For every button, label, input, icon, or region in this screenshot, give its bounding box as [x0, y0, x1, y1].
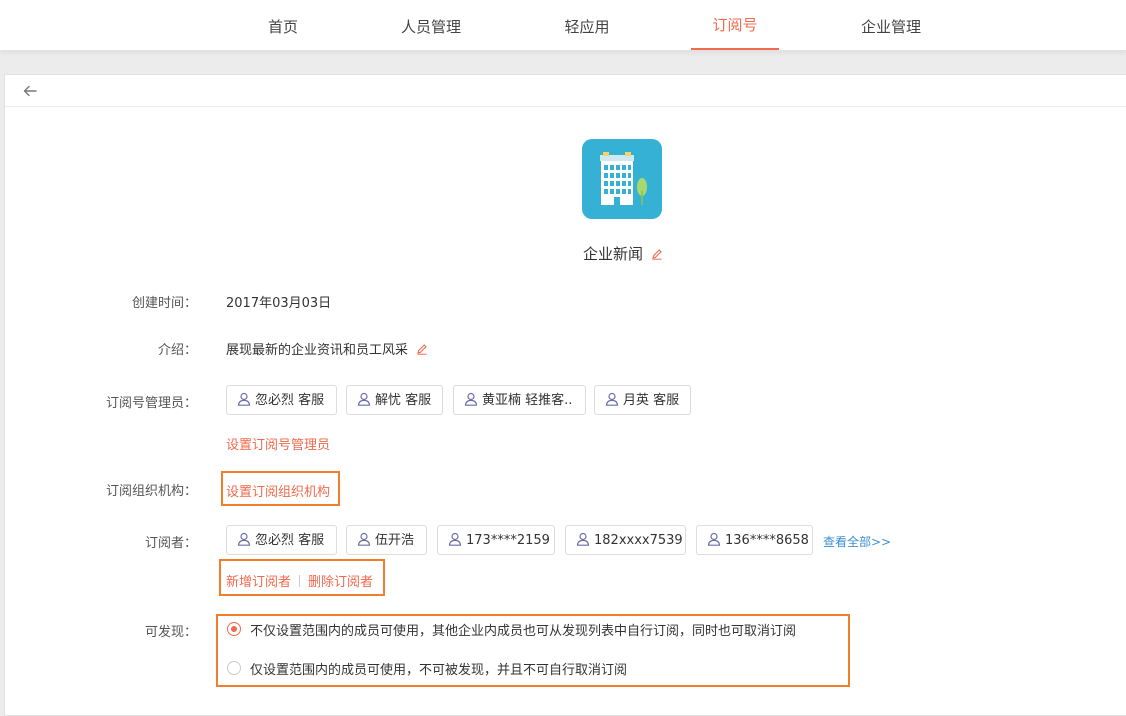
user-icon [448, 532, 462, 546]
subscriber-chip[interactable]: 伍开浩 [346, 525, 427, 555]
subscriber-chip-label: 伍开浩 [375, 533, 415, 548]
user-icon [357, 392, 371, 406]
intro-row: 展现最新的企业资讯和员工风采 [226, 339, 428, 358]
set-admins-link[interactable]: 设置订阅号管理员 [226, 434, 330, 453]
nav-enterprise[interactable]: 企业管理 [850, 0, 932, 50]
admins-label: 订阅号管理员： [105, 396, 197, 411]
user-icon [576, 532, 590, 546]
discover-label: 可发现： [144, 625, 197, 640]
subscriber-chip-label: 忽必烈 客服 [255, 533, 325, 548]
set-org-link[interactable]: 设置订阅组织机构 [226, 481, 330, 500]
intro-value: 展现最新的企业资讯和员工风采 [226, 343, 409, 358]
card-header [5, 75, 1126, 107]
pencil-icon[interactable] [416, 343, 428, 355]
subscriber-chip[interactable]: 173****2159 [437, 525, 555, 555]
admin-chip-label: 月英 客服 [623, 393, 680, 408]
user-icon [707, 532, 721, 546]
admin-chip[interactable]: 解忧 客服 [346, 385, 443, 415]
user-icon [464, 392, 478, 406]
discover-option-radio[interactable] [227, 622, 241, 636]
discover-option-text[interactable]: 不仅设置范围内的成员可使用，其他企业内成员也可从发现列表中自行订阅，同时也可取消… [250, 620, 796, 639]
user-icon [605, 392, 619, 406]
subscription-detail-card: 企业新闻 创建时间： 2017年03月03日 介绍： 展现最新的企业资讯和员工风… [4, 74, 1126, 716]
admin-chip[interactable]: 月英 客服 [594, 385, 691, 415]
app-name: 企业新闻 [582, 245, 643, 263]
admin-chip-label: 忽必烈 客服 [255, 393, 325, 408]
subscriber-chip[interactable]: 136****8658 [696, 525, 813, 555]
nav-home[interactable]: 首页 [253, 0, 313, 50]
app-name-row: 企业新闻 [565, 243, 681, 264]
arrow-left-icon[interactable] [21, 82, 39, 100]
subscriber-chip-label: 173****2159 [466, 533, 550, 548]
building-icon [582, 139, 662, 219]
admin-chip-label: 解忧 客服 [375, 393, 432, 408]
intro-label: 介绍： [157, 343, 197, 358]
admin-chip-label: 黄亚楠 轻推客.. [482, 393, 573, 408]
pencil-icon[interactable] [651, 248, 663, 260]
subscribers-label: 订阅者： [144, 536, 197, 551]
user-icon [237, 532, 251, 546]
created-time-label: 创建时间： [131, 296, 197, 311]
subscriber-chip[interactable]: 182xxxx7539 [565, 525, 686, 555]
admin-chip[interactable]: 忽必烈 客服 [226, 385, 337, 415]
nav-people[interactable]: 人员管理 [391, 0, 471, 50]
add-subscriber-link[interactable]: 新增订阅者 [226, 575, 291, 590]
view-all-subscribers-link[interactable]: 查看全部>> [823, 533, 891, 550]
discover-option-text[interactable]: 仅设置范围内的成员可使用，不可被发现，并且不可自行取消订阅 [250, 659, 627, 678]
user-icon [237, 392, 251, 406]
subscriber-actions: 新增订阅者 删除订阅者 [226, 571, 373, 590]
user-icon [357, 532, 371, 546]
discover-option-radio[interactable] [227, 661, 241, 675]
admin-chip[interactable]: 黄亚楠 轻推客.. [453, 385, 586, 415]
org-label: 订阅组织机构： [105, 484, 197, 499]
subscriber-chip-label: 136****8658 [725, 533, 809, 548]
nav-light-apps[interactable]: 轻应用 [549, 0, 625, 50]
subscriber-chip[interactable]: 忽必烈 客服 [226, 525, 337, 555]
subscriber-chip-label: 182xxxx7539 [594, 533, 683, 548]
nav-subscriptions[interactable]: 订阅号 [691, 0, 779, 50]
divider [299, 575, 301, 587]
top-nav: 首页 人员管理 轻应用 订阅号 企业管理 [0, 0, 1126, 51]
created-time-value: 2017年03月03日 [226, 296, 332, 311]
remove-subscriber-link[interactable]: 删除订阅者 [308, 575, 373, 590]
